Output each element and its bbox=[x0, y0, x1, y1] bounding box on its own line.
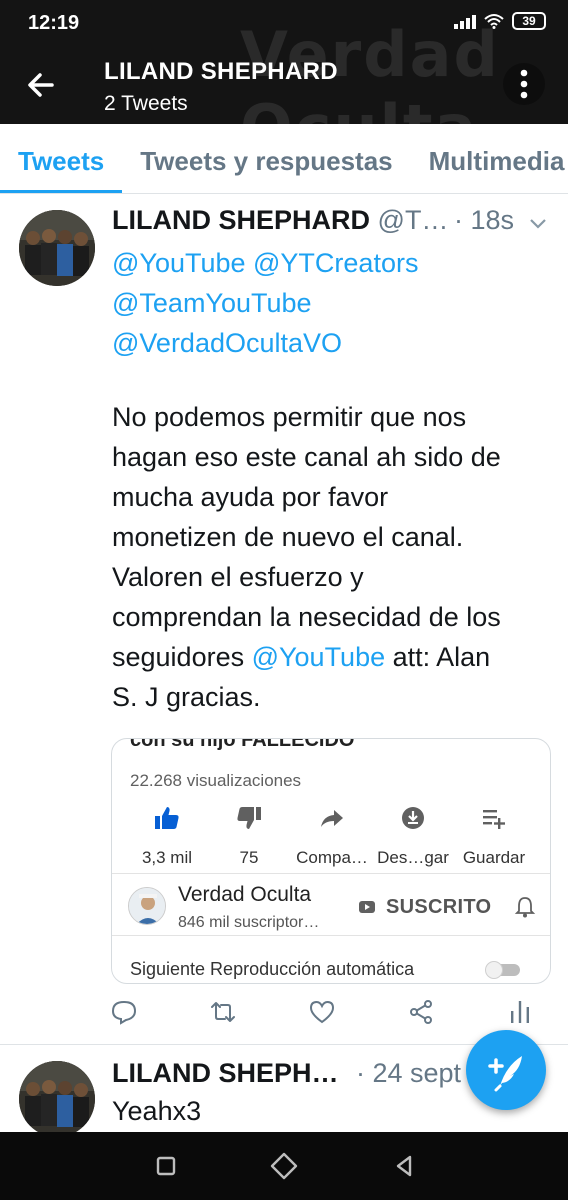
share-icon[interactable] bbox=[408, 999, 434, 1025]
tweet-text-line: No podemos permitir que nos bbox=[112, 402, 467, 432]
save-action: Guardar bbox=[454, 805, 534, 868]
status-time: 12:19 bbox=[28, 12, 80, 34]
author-handle: @T… bbox=[377, 205, 449, 235]
retweet-icon[interactable] bbox=[210, 999, 236, 1025]
tweet-text-line: hagan eso este canal ah sido de bbox=[112, 442, 501, 472]
tweet-mentions: @YouTube @YTCreators @TeamYouTube @Verda… bbox=[112, 243, 552, 363]
chevron-down-icon[interactable] bbox=[528, 217, 548, 231]
profile-header: LILAND SHEPHARD 2 Tweets bbox=[0, 48, 568, 124]
tweet-count: 2 Tweets bbox=[104, 92, 188, 115]
back-arrow-icon[interactable] bbox=[20, 64, 62, 106]
author-name: LILAND SHEPHARD bbox=[112, 205, 371, 235]
status-bar: 12:19 39 bbox=[0, 0, 568, 48]
tweet-time: · 24 sept bbox=[356, 1058, 462, 1088]
like-count: 3,3 mil bbox=[141, 848, 193, 867]
text-fragment: att: Alan bbox=[385, 642, 491, 672]
tweet-author[interactable]: LILAND SHEPHARD @T… bbox=[112, 205, 462, 236]
tab-tweets[interactable]: Tweets bbox=[0, 124, 123, 193]
share-action: Compa… bbox=[292, 805, 372, 868]
download-label: Des…gar bbox=[377, 848, 449, 867]
tweet-text-line: Valoren el esfuerzo y bbox=[112, 562, 364, 592]
video-views: 22.268 visualizaciones bbox=[130, 771, 302, 790]
thumbs-down-icon bbox=[237, 807, 261, 829]
battery-icon: 39 bbox=[512, 12, 546, 30]
dislike-action: 75 bbox=[209, 805, 289, 868]
tweet-text-line: S. J gracias. bbox=[112, 682, 261, 712]
avatar[interactable] bbox=[19, 210, 95, 286]
tab-multimedia[interactable]: Multimedia bbox=[411, 124, 568, 193]
channel-name: Verdad Oculta bbox=[178, 883, 312, 906]
recent-apps-icon[interactable] bbox=[152, 1152, 180, 1180]
tweet[interactable]: LILAND SHEPHARD @T… · 18s @YouTube @YTCr… bbox=[0, 195, 568, 1045]
mention-line[interactable]: @TeamYouTube bbox=[112, 283, 552, 323]
reply-icon[interactable] bbox=[111, 999, 137, 1025]
text-fragment: seguidores bbox=[112, 642, 252, 672]
analytics-icon[interactable] bbox=[507, 999, 533, 1025]
tweet-text-line: comprendan la nesecidad de los bbox=[112, 602, 501, 632]
like-action: 3,3 mil bbox=[127, 805, 207, 868]
home-icon[interactable] bbox=[270, 1152, 298, 1180]
tweet-text-line: monetizen de nuevo el canal. bbox=[112, 522, 464, 552]
mention-line[interactable]: @VerdadOcultaVO bbox=[112, 323, 552, 363]
wifi-icon bbox=[484, 14, 504, 29]
playlist-add-icon bbox=[483, 810, 505, 829]
profile-tabs: Tweets Tweets y respuestas Multimedia bbox=[0, 124, 568, 194]
dislike-count: 75 bbox=[239, 848, 259, 867]
top-bar: Verdad Oculta 12:19 39 LILAND SHEPHARD 2… bbox=[0, 0, 568, 124]
like-heart-icon[interactable] bbox=[309, 999, 335, 1025]
tweet-text: No podemos permitir que nos hagan eso es… bbox=[112, 397, 552, 717]
subscribed-label: SUSCRITO bbox=[386, 896, 492, 918]
back-icon[interactable] bbox=[390, 1152, 418, 1180]
mention-link[interactable]: @YouTube bbox=[252, 642, 386, 672]
tab-tweets-y-respuestas[interactable]: Tweets y respuestas bbox=[122, 124, 410, 193]
status-icons: 39 bbox=[454, 12, 546, 30]
save-label: Guardar bbox=[462, 848, 526, 867]
video-title: con su hijo FALLECIDO bbox=[130, 738, 355, 751]
download-icon bbox=[402, 807, 424, 829]
attached-image[interactable]: con su hijo FALLECIDO 22.268 visualizaci… bbox=[111, 738, 551, 984]
channel-avatar bbox=[128, 887, 166, 925]
bell-icon bbox=[514, 897, 536, 918]
thumbs-up-icon bbox=[155, 807, 179, 829]
share-label: Compa… bbox=[296, 848, 368, 867]
mention-line[interactable]: @YouTube @YTCreators bbox=[112, 243, 552, 283]
youtube-icon bbox=[359, 901, 375, 913]
signal-icon bbox=[454, 13, 476, 29]
profile-title: LILAND SHEPHARD bbox=[104, 58, 338, 85]
tweet-time: · 18s bbox=[454, 205, 515, 235]
tweet-text: Yeahx3 bbox=[112, 1096, 202, 1126]
autoplay-label: Siguiente Reproducción automática bbox=[130, 959, 415, 979]
divider bbox=[112, 873, 550, 874]
system-navigation-bar bbox=[0, 1132, 568, 1200]
download-action: Des…gar bbox=[373, 805, 453, 868]
compose-tweet-button[interactable] bbox=[466, 1030, 546, 1110]
channel-subscribers: 846 mil suscriptor… bbox=[178, 914, 320, 931]
tweet-text-line: mucha ayuda por favor bbox=[112, 482, 389, 512]
feather-plus-icon bbox=[488, 1056, 522, 1092]
share-arrow-icon bbox=[321, 810, 343, 827]
divider bbox=[112, 935, 550, 936]
tweet-text-line: seguidores @YouTube att: Alan bbox=[112, 637, 552, 677]
more-options-icon[interactable] bbox=[502, 62, 546, 106]
author-name[interactable]: LILAND SHEPH… bbox=[112, 1058, 339, 1089]
avatar[interactable] bbox=[19, 1061, 95, 1132]
autoplay-toggle-icon bbox=[485, 961, 520, 979]
